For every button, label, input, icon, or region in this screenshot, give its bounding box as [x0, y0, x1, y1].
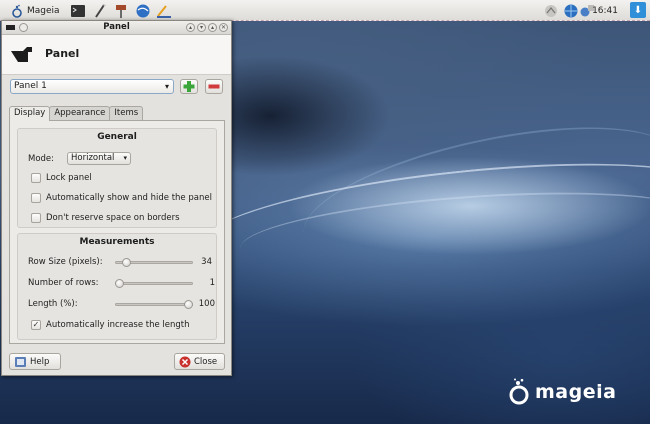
tab-display[interactable]: Display — [9, 106, 51, 121]
close-button-label: Close — [194, 356, 218, 367]
tab-appearance[interactable]: Appearance — [49, 106, 111, 120]
remove-panel-button[interactable] — [205, 79, 223, 94]
help-button-label: Help — [30, 356, 50, 367]
mageia-menu-icon — [12, 4, 22, 18]
chevron-down-icon: ▾ — [164, 82, 169, 91]
length-slider-thumb[interactable] — [184, 300, 193, 309]
auto-length-label: Automatically increase the length — [46, 320, 190, 330]
tab-items[interactable]: Items — [109, 106, 144, 120]
length-label: Length (%): — [28, 299, 78, 309]
rows-slider-thumb[interactable] — [115, 279, 124, 288]
close-window-button[interactable]: ✕ — [219, 23, 228, 32]
close-button[interactable]: Close — [174, 353, 225, 370]
minimize-button[interactable]: ▾ — [197, 23, 206, 32]
row-size-slider-thumb[interactable] — [121, 258, 131, 267]
measurements-group: Measurements Row Size (pixels): 34 Numbe… — [17, 233, 217, 340]
help-button[interactable]: Help — [9, 353, 61, 370]
display-tab-panel: General Mode: Horizontal ▾ Lock panel Au… — [9, 120, 225, 344]
globe-icon — [564, 4, 578, 17]
length-value: 100 — [198, 299, 215, 309]
mageia-logo-text: mageia — [535, 381, 617, 403]
dialog-header: Panel — [2, 35, 231, 75]
settings-icon — [116, 4, 126, 18]
close-icon — [179, 356, 191, 367]
clock[interactable]: 16:41 — [592, 2, 618, 19]
row-size-value: 34 — [201, 257, 212, 267]
text-editor-icon — [95, 3, 106, 18]
add-panel-button[interactable] — [180, 79, 198, 94]
reserve-space-checkbox[interactable] — [31, 213, 41, 223]
rows-slider[interactable] — [115, 282, 193, 285]
top-panel: Mageia 16:41 ⬇ — [0, 0, 650, 21]
browser-icon — [136, 4, 150, 17]
terminal-launcher[interactable] — [70, 2, 86, 19]
rows-label: Number of rows: — [28, 278, 99, 288]
panel-icon — [8, 41, 36, 67]
shade-button[interactable]: ▴ — [186, 23, 195, 32]
maximize-button[interactable]: ▴ — [208, 23, 217, 32]
measurements-group-title: Measurements — [79, 237, 155, 247]
row-size-label: Row Size (pixels): — [28, 257, 103, 267]
network-icon — [545, 4, 557, 17]
globe-tray-item[interactable] — [563, 2, 579, 19]
browser-launcher[interactable] — [135, 2, 151, 19]
auto-length-checkbox[interactable]: ✓ — [31, 320, 41, 330]
draw-launcher[interactable] — [156, 2, 172, 19]
general-group: General Mode: Horizontal ▾ Lock panel Au… — [17, 128, 217, 228]
settings-launcher[interactable] — [113, 2, 129, 19]
mode-label: Mode: — [28, 154, 55, 164]
mode-select-value: Horizontal — [71, 153, 115, 163]
terminal-icon — [71, 4, 85, 17]
dialog-title: Panel — [45, 47, 80, 60]
mageia-logo-icon — [509, 378, 529, 405]
mageia-logo: mageia — [507, 378, 616, 406]
mode-select[interactable]: Horizontal ▾ — [67, 152, 131, 165]
minus-icon — [208, 84, 220, 89]
rows-value: 1 — [209, 278, 215, 288]
autohide-label: Automatically show and hide the panel — [46, 193, 212, 203]
autohide-checkbox[interactable] — [31, 193, 41, 203]
panel-settings-window: Panel ▴ ▾ ▴ ✕ Panel Panel 1 ▾ Display Ap… — [1, 20, 232, 376]
application-menu-button[interactable]: Mageia — [10, 2, 60, 19]
general-group-title: General — [97, 132, 137, 142]
show-hidden-icons-button[interactable]: ⬇ — [630, 2, 646, 18]
download-arrow-icon: ⬇ — [633, 4, 643, 16]
panel-select[interactable]: Panel 1 ▾ — [10, 79, 174, 94]
lock-panel-label: Lock panel — [46, 173, 92, 183]
lock-panel-checkbox[interactable] — [31, 173, 41, 183]
window-titlebar[interactable]: Panel ▴ ▾ ▴ ✕ — [2, 21, 231, 35]
panel-select-value: Panel 1 — [14, 81, 47, 91]
help-icon — [15, 356, 26, 367]
network-tray-item[interactable] — [543, 2, 559, 19]
text-editor-launcher[interactable] — [92, 2, 108, 19]
pen-icon — [157, 4, 171, 18]
chevron-down-icon: ▾ — [123, 154, 127, 162]
plus-icon — [183, 81, 195, 92]
length-slider[interactable] — [115, 303, 193, 306]
tab-bar: Display Appearance Items — [9, 106, 144, 121]
application-menu-label: Mageia — [27, 5, 60, 16]
reserve-space-label: Don't reserve space on borders — [46, 213, 180, 223]
